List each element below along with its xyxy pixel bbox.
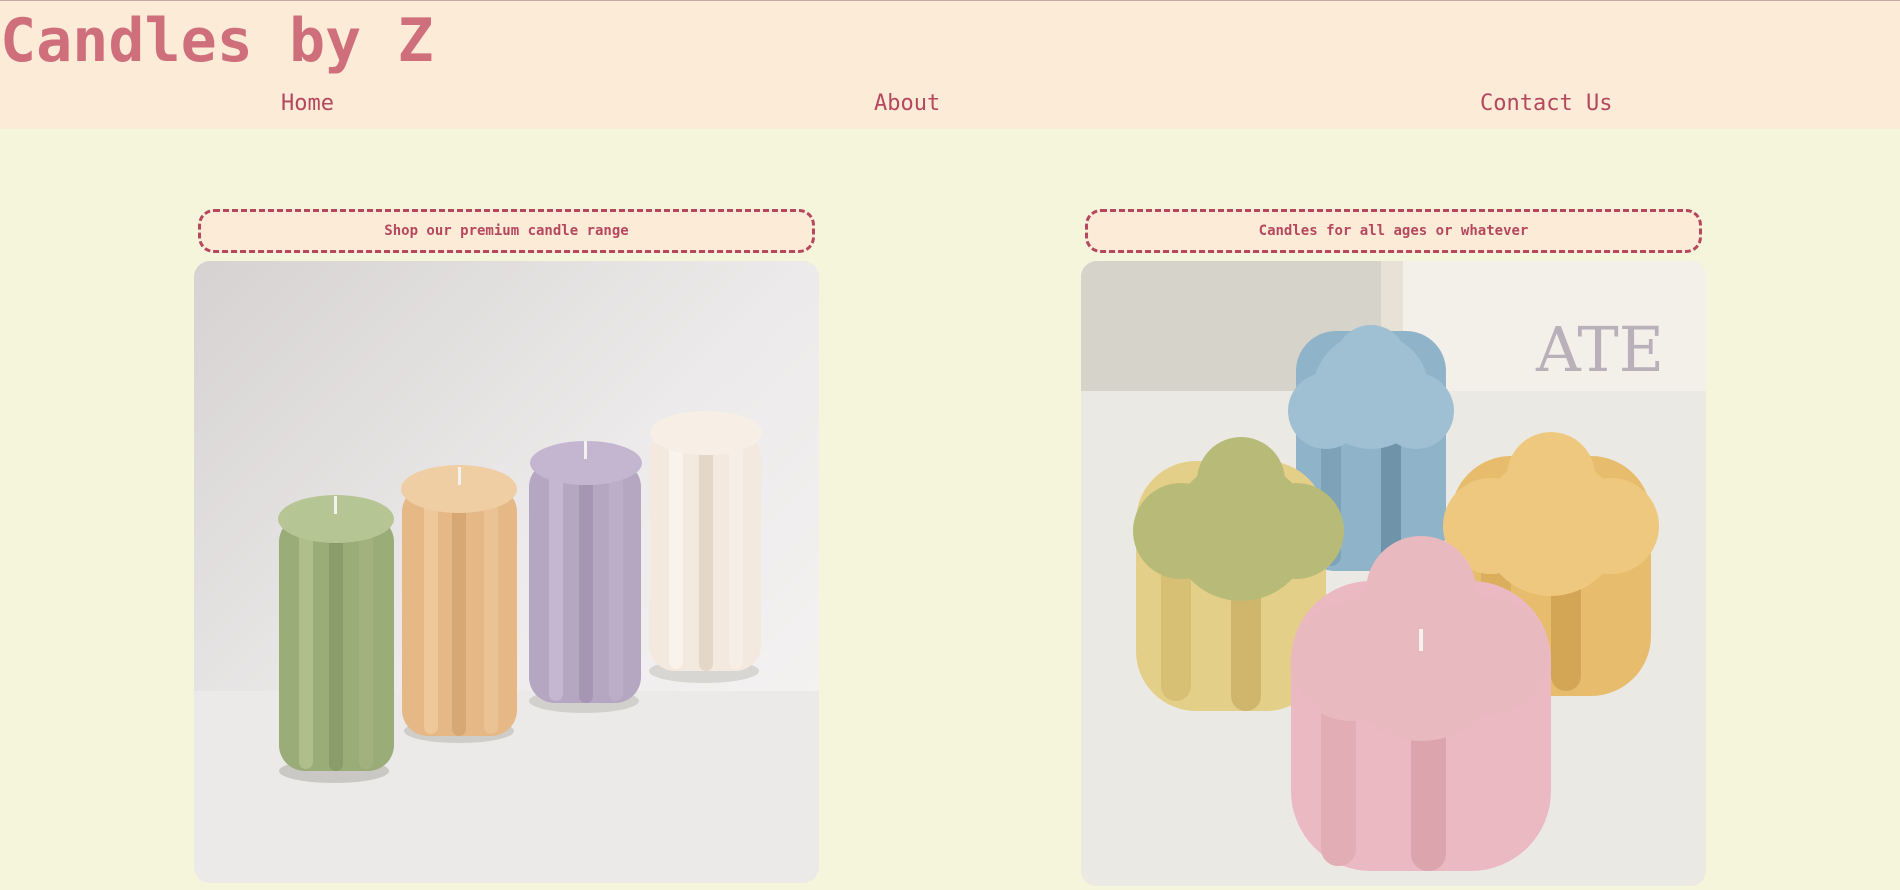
site-title: Candles by Z	[0, 6, 434, 76]
nav-contact-link[interactable]: Contact Us	[1480, 89, 1612, 119]
nav-about-link[interactable]: About	[874, 89, 940, 119]
candle-photo-flowers: ATE	[1081, 261, 1706, 886]
nav-home-link[interactable]: Home	[281, 89, 334, 119]
candle-photo-pillars	[194, 261, 819, 883]
frame-print-text: ATE	[1535, 313, 1664, 386]
card-label-premium-range[interactable]: Shop our premium candle range	[198, 209, 815, 253]
site-header: Candles by Z Home About Contact Us	[0, 0, 1900, 129]
card-label-all-ages[interactable]: Candles for all ages or whatever	[1085, 209, 1702, 253]
